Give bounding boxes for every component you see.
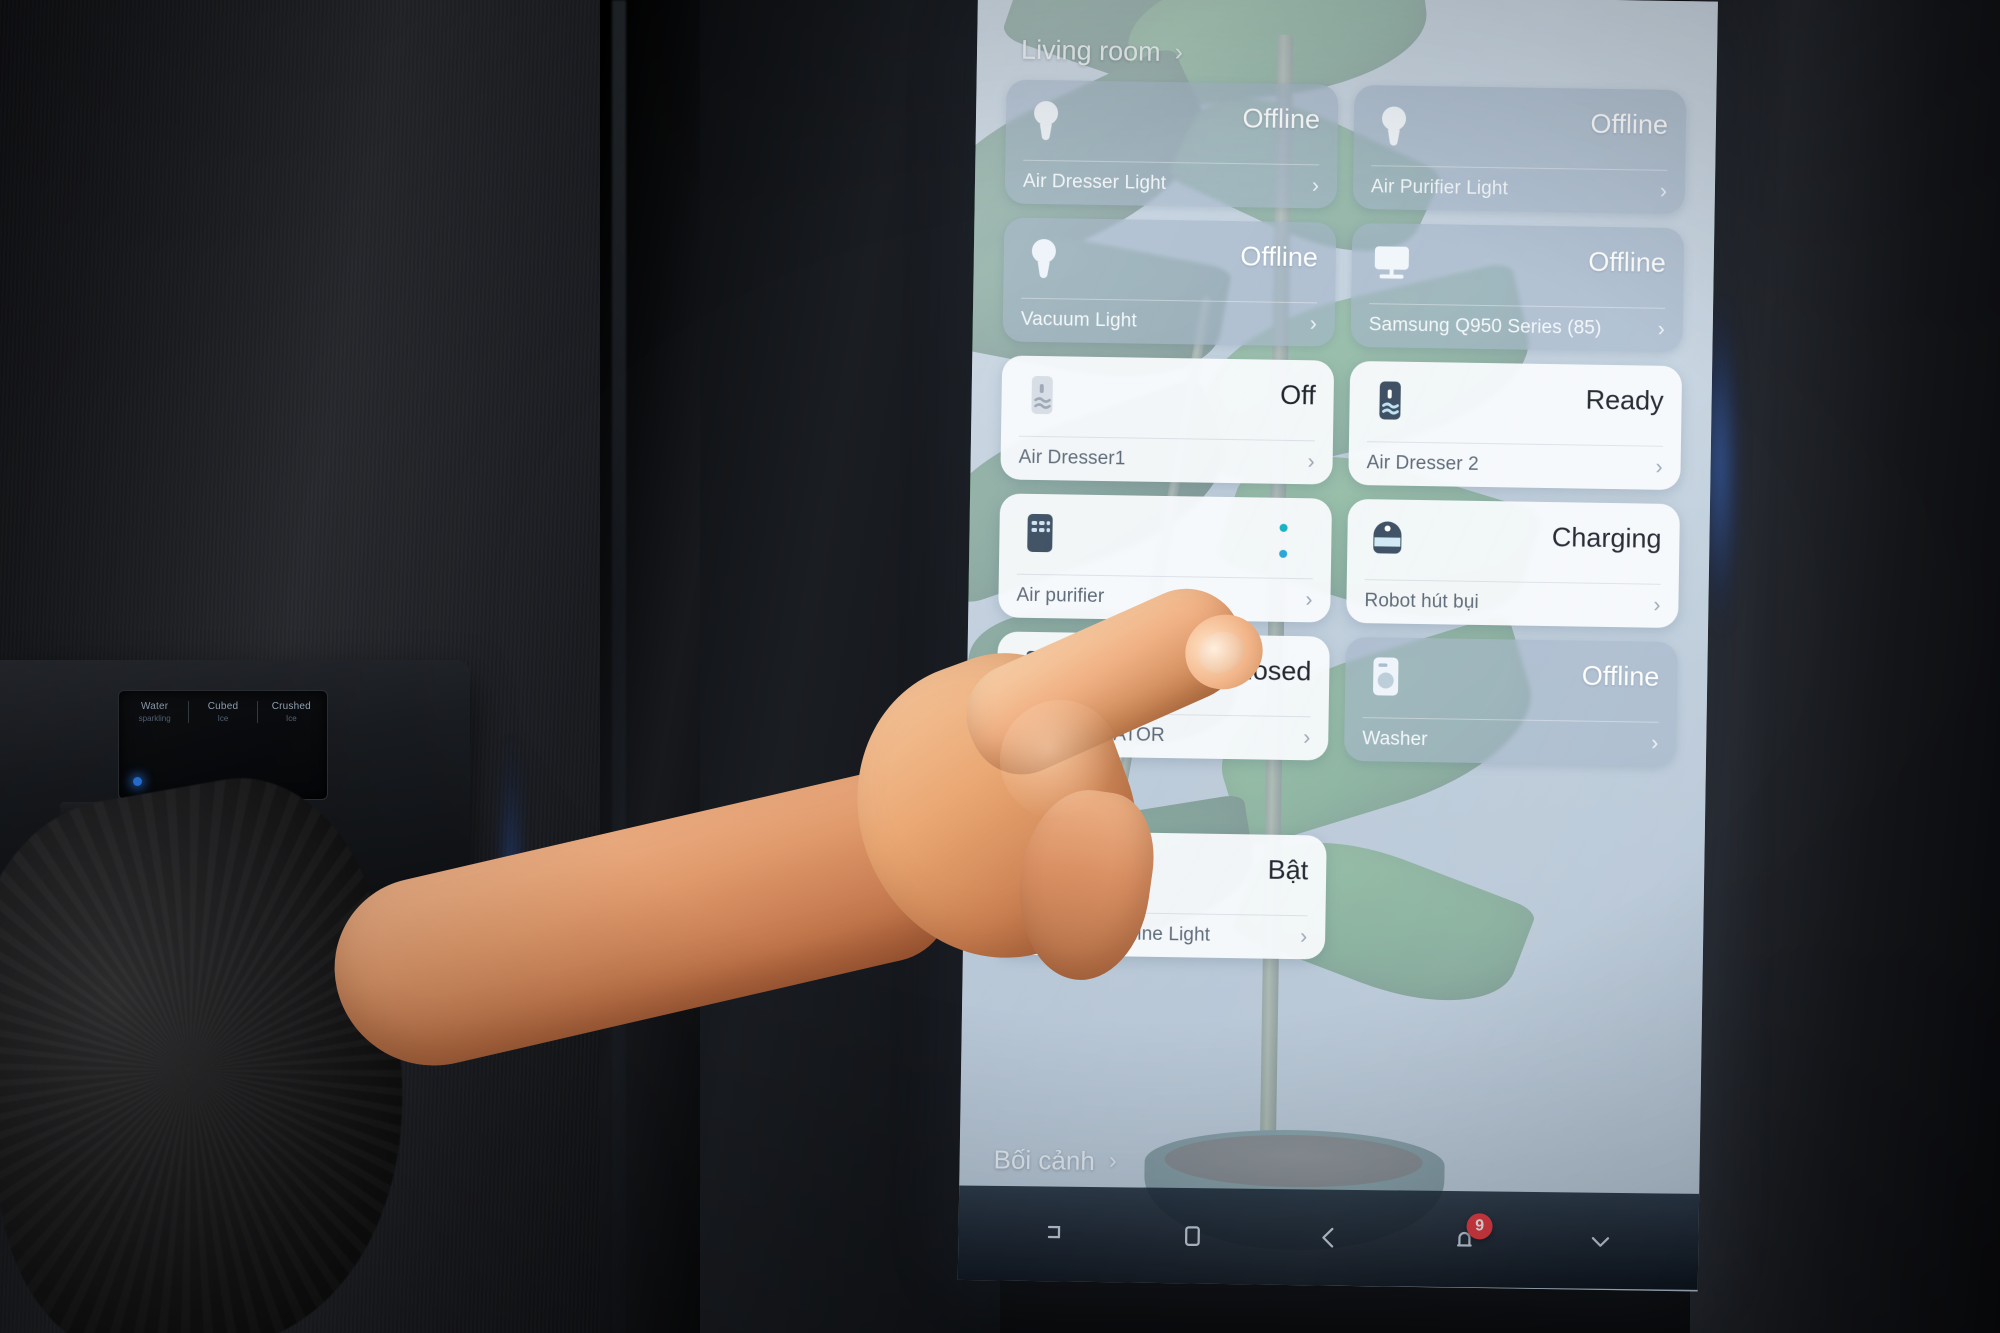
dispenser-water-label: Water — [141, 701, 169, 712]
device-status: Bật — [1267, 854, 1309, 886]
device-status: Door closed — [1167, 654, 1312, 687]
chevron-right-icon: › — [1311, 174, 1320, 198]
device-name: Air Dresser1 — [1018, 446, 1126, 470]
dispenser-status-led — [133, 777, 142, 786]
device-card-grid-kitchen: Bật Washing Machine Light › — [981, 830, 1687, 965]
bulb-icon — [1024, 96, 1069, 143]
chevron-right-icon: › — [1174, 38, 1184, 67]
device-card-air-dresser-light[interactable]: Offline Air Dresser Light › — [1004, 79, 1339, 209]
family-hub-display[interactable]: Living room › Offline Air Dresser Light … — [957, 0, 1718, 1292]
device-name: Vacuum Light — [1020, 308, 1137, 332]
device-name: Air Dresser 2 — [1366, 452, 1479, 475]
refrigerator-right-edge — [1690, 0, 2000, 1333]
dispenser-crushed-option[interactable]: Crushed Ice — [264, 701, 319, 723]
home-square-icon[interactable] — [1166, 1210, 1219, 1263]
door-accent-light — [498, 740, 524, 1040]
chevron-right-icon: › — [1655, 455, 1663, 479]
device-name: Washing Machine Light — [1011, 921, 1211, 946]
notification-bell-icon[interactable]: 9 — [1438, 1213, 1493, 1266]
robot-vacuum-icon — [1365, 515, 1410, 562]
dispenser-divider-1 — [188, 701, 190, 723]
section-header-kitchen[interactable]: Kitchen › — [1009, 786, 1687, 828]
dispenser-control-panel[interactable]: Water sparkling Cubed Ice Crushed Ice — [118, 690, 328, 800]
dispenser-cubed-label: Cubed — [207, 701, 239, 712]
bulb-icon — [1021, 234, 1066, 281]
chevron-right-icon: › — [1113, 788, 1122, 817]
device-status: Offline — [1240, 241, 1319, 273]
chevron-right-icon: › — [1108, 1147, 1118, 1175]
chevron-right-icon: › — [1309, 312, 1317, 336]
notification-badge: 9 — [1466, 1213, 1493, 1240]
device-card-air-dresser-2[interactable]: Ready Air Dresser 2 › — [1348, 360, 1683, 491]
device-card-robot-vacuum[interactable]: Charging Robot hút bụi › — [1346, 498, 1681, 629]
chevron-right-icon: › — [1657, 317, 1665, 341]
device-card-air-purifier-light[interactable]: Offline Air Purifier Light › — [1352, 84, 1687, 215]
chevron-right-icon: › — [1305, 588, 1313, 612]
device-name: Air Purifier Light — [1370, 176, 1509, 200]
device-status: Offline — [1590, 108, 1669, 140]
device-name: Air Dresser Light — [1022, 170, 1167, 194]
device-card-washer[interactable]: Offline Washer › — [1343, 636, 1678, 767]
device-status — [1253, 513, 1314, 574]
chevron-right-icon: › — [1651, 731, 1659, 755]
device-name: Air purifier — [1016, 584, 1105, 608]
device-card-air-dresser-1[interactable]: Off Air Dresser1 › — [1000, 355, 1335, 485]
bulb-icon — [1372, 101, 1417, 148]
back-icon[interactable] — [1302, 1211, 1355, 1264]
bulb-color-icon — [1012, 847, 1057, 894]
tv-icon — [1369, 239, 1414, 286]
air-purifier-icon — [1017, 510, 1062, 557]
section-title: Kitchen — [1009, 785, 1100, 818]
section-title: Living room — [1020, 34, 1161, 67]
dispenser-crushed-sub: Ice — [285, 714, 297, 723]
device-card-refrigerator[interactable]: Door closed REFRIGERATOR › — [995, 631, 1330, 761]
device-status: Charging — [1551, 522, 1662, 554]
device-status: Off — [1279, 379, 1316, 411]
washer-icon — [1363, 653, 1408, 700]
chevron-right-icon: › — [1659, 179, 1668, 203]
device-card-washing-machine-light[interactable]: Bật Washing Machine Light › — [992, 830, 1327, 960]
door-seam-highlight — [612, 0, 626, 1333]
loading-dots-icon — [1279, 523, 1288, 558]
device-card-grid-living-room: Offline Air Dresser Light › Offline Air … — [984, 79, 1699, 767]
air-dresser-icon — [1019, 372, 1064, 419]
chevron-right-icon: › — [1653, 593, 1661, 617]
room-scene: Water sparkling Cubed Ice Crushed Ice Li… — [0, 0, 2000, 1333]
device-name: REFRIGERATOR — [1014, 722, 1165, 747]
dispenser-cubed-option[interactable]: Cubed Ice — [195, 701, 250, 723]
device-card-air-purifier[interactable]: Air purifier › — [998, 493, 1333, 623]
device-name: Samsung Q950 Series (85) — [1368, 314, 1602, 339]
device-status: Offline — [1242, 103, 1321, 135]
device-name: Robot hút bụi — [1364, 590, 1479, 613]
dock-label: Bối cảnh — [993, 1143, 1096, 1176]
dispenser-cubed-sub: Ice — [217, 714, 229, 723]
device-card-vacuum-light[interactable]: Offline Vacuum Light › — [1002, 217, 1337, 347]
dispenser-crushed-label: Crushed — [271, 701, 311, 712]
section-header-living-room[interactable]: Living room › — [1021, 35, 1699, 77]
device-name: Washer — [1362, 728, 1428, 751]
device-status: Offline — [1588, 246, 1667, 278]
dispenser-water-sub: sparkling — [138, 714, 171, 723]
dispenser-divider-2 — [256, 701, 258, 723]
device-card-samsung-tv[interactable]: Offline Samsung Q950 Series (85) › — [1350, 222, 1685, 353]
air-dresser-icon — [1367, 377, 1412, 424]
recents-icon[interactable] — [1030, 1208, 1083, 1261]
fridge-icon — [1015, 648, 1060, 695]
chevron-right-icon: › — [1299, 925, 1308, 949]
dispenser-tray — [60, 802, 290, 836]
dispenser-water-option[interactable]: Water sparkling — [127, 701, 182, 723]
device-status: Offline — [1581, 660, 1660, 692]
refrigerator-panel-gap — [700, 0, 1000, 1333]
smartthings-dashboard: Living room › Offline Air Dresser Light … — [957, 0, 1718, 1291]
chevron-down-icon[interactable] — [1574, 1214, 1627, 1267]
chevron-right-icon: › — [1307, 450, 1315, 474]
system-navigation-bar: 9 — [957, 1185, 1718, 1291]
device-status: Ready — [1585, 384, 1664, 416]
chevron-right-icon: › — [1303, 726, 1311, 750]
